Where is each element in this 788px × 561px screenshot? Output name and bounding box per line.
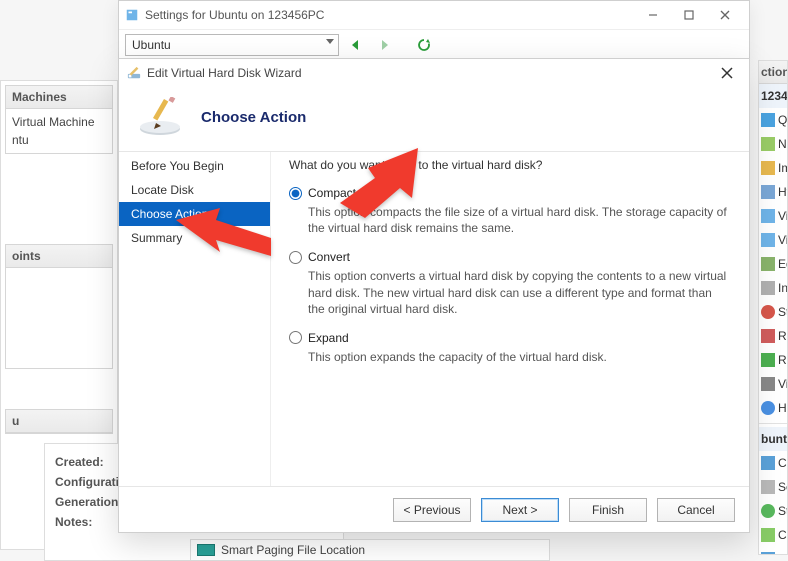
actions-ubuntu-group: buntu xyxy=(761,432,787,446)
nav-forward-button[interactable] xyxy=(373,34,395,56)
close-icon[interactable] xyxy=(713,61,741,85)
smart-paging-row[interactable]: Smart Paging File Location xyxy=(190,539,550,561)
action-item[interactable]: Qu xyxy=(759,108,787,132)
wizard-graphic-icon xyxy=(137,97,183,137)
previous-button[interactable]: < Previous xyxy=(393,498,471,522)
vm-item[interactable]: Virtual Machine xyxy=(12,113,106,131)
radio-convert[interactable] xyxy=(289,251,302,264)
u-panel-head: u xyxy=(6,410,112,433)
action-item[interactable]: Vir xyxy=(759,228,787,252)
action-item[interactable]: Se xyxy=(759,475,787,499)
radio-expand[interactable] xyxy=(289,331,302,344)
action-item[interactable]: Sto xyxy=(759,300,787,324)
refresh-button[interactable] xyxy=(413,34,435,56)
action-item[interactable]: Sta xyxy=(759,499,787,523)
action-item[interactable]: Vir xyxy=(759,204,787,228)
wizard-heading: Choose Action xyxy=(201,109,306,126)
smart-paging-label: Smart Paging File Location xyxy=(221,543,365,557)
action-item[interactable]: In: xyxy=(759,276,787,300)
next-button[interactable]: Next > xyxy=(481,498,559,522)
close-button[interactable] xyxy=(707,3,743,27)
action-item[interactable]: Ne xyxy=(759,132,787,156)
nav-back-button[interactable] xyxy=(345,34,367,56)
wizard-header: Choose Action xyxy=(119,87,749,151)
nav-locate-disk[interactable]: Locate Disk xyxy=(119,178,270,202)
wizard-nav: Before You Begin Locate Disk Choose Acti… xyxy=(119,152,271,486)
action-item[interactable]: Im xyxy=(759,156,787,180)
option-convert: Convert This option converts a virtual h… xyxy=(289,250,731,317)
vm-selector-dropdown[interactable]: Ubuntu xyxy=(125,34,339,56)
vm-selector-value: Ubuntu xyxy=(132,38,171,52)
maximize-button[interactable] xyxy=(671,3,707,27)
annotation-arrow-compact xyxy=(340,143,430,218)
action-item[interactable]: He xyxy=(759,396,787,420)
action-item[interactable]: Re xyxy=(759,348,787,372)
wizard-titlebar[interactable]: Edit Virtual Hard Disk Wizard xyxy=(119,59,749,87)
settings-app-icon xyxy=(125,8,139,22)
actions-group: 123456 xyxy=(761,89,787,103)
settings-toolbar: Ubuntu xyxy=(119,29,749,59)
cancel-button[interactable]: Cancel xyxy=(657,498,735,522)
action-item[interactable]: Ed xyxy=(759,252,787,276)
finish-button[interactable]: Finish xyxy=(569,498,647,522)
settings-title: Settings for Ubuntu on 123456PC xyxy=(145,8,635,22)
action-item[interactable]: Vie xyxy=(759,372,787,396)
annotation-arrow-choose-action xyxy=(176,208,271,270)
checkpoints-panel-head: oints xyxy=(6,245,112,268)
action-item[interactable]: Hy xyxy=(759,180,787,204)
vhd-icon xyxy=(127,66,141,80)
option-expand: Expand This option expands the capacity … xyxy=(289,331,731,365)
settings-window: Settings for Ubuntu on 123456PC Ubuntu xyxy=(118,0,750,60)
background-actions-panel: ctions 123456 Qu Ne Im Hy Vir Vir Ed In:… xyxy=(758,60,788,555)
action-item[interactable]: Mc xyxy=(759,547,787,555)
action-item[interactable]: Ch xyxy=(759,523,787,547)
radio-compact[interactable] xyxy=(289,187,302,200)
chevron-down-icon xyxy=(326,39,334,44)
edit-vhd-wizard: Edit Virtual Hard Disk Wizard Choose Act… xyxy=(118,58,750,533)
action-item[interactable]: Co xyxy=(759,451,787,475)
option-expand-desc: This option expands the capacity of the … xyxy=(308,349,731,365)
settings-titlebar[interactable]: Settings for Ubuntu on 123456PC xyxy=(119,1,749,29)
option-convert-desc: This option converts a virtual hard disk… xyxy=(308,268,731,317)
actions-head: ctions xyxy=(759,61,787,84)
radio-convert-label[interactable]: Convert xyxy=(308,250,350,264)
wizard-footer: < Previous Next > Finish Cancel xyxy=(119,486,749,532)
wizard-title: Edit Virtual Hard Disk Wizard xyxy=(147,66,713,80)
nav-before-you-begin[interactable]: Before You Begin xyxy=(119,154,270,178)
disk-icon xyxy=(197,544,215,556)
minimize-button[interactable] xyxy=(635,3,671,27)
vm-item-ubuntu[interactable]: ntu xyxy=(12,131,106,149)
machines-panel-head: Machines xyxy=(6,86,112,109)
action-item[interactable]: Re xyxy=(759,324,787,348)
radio-expand-label[interactable]: Expand xyxy=(308,331,349,345)
